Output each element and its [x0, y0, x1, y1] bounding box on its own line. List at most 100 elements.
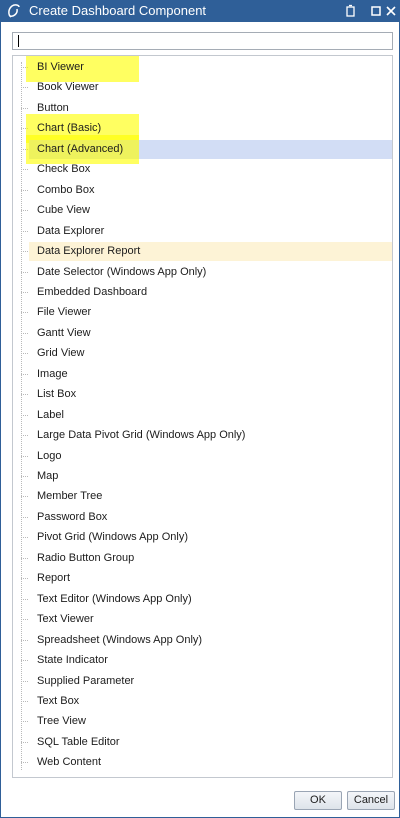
list-item-label: Spreadsheet (Windows App Only): [37, 633, 203, 646]
list-item-label: Book Viewer: [37, 81, 99, 94]
list-item-label: Report: [37, 572, 71, 585]
list-item[interactable]: Cube View: [21, 201, 392, 220]
list-item-label: Member Tree: [37, 490, 103, 503]
tree-branch-line: [21, 680, 28, 682]
list-item-label: Radio Button Group: [37, 551, 135, 564]
list-item[interactable]: Supplied Parameter: [21, 672, 392, 691]
tree-branch-line: [21, 332, 28, 334]
list-item[interactable]: Chart (Advanced): [21, 134, 392, 164]
list-item-label: Supplied Parameter: [37, 674, 135, 687]
tree-branch-line: [21, 516, 28, 518]
list-item-label: Map: [37, 470, 59, 482]
tree-branch-line: [21, 414, 28, 416]
tree-branch-line: [21, 271, 28, 273]
list-item[interactable]: Pivot Grid (Windows App Only): [21, 528, 392, 547]
tree-branch-line: [21, 762, 28, 764]
list-item[interactable]: Data Explorer: [21, 222, 392, 241]
cancel-button[interactable]: Cancel: [347, 791, 395, 810]
list-item-label: Text Viewer: [37, 613, 94, 626]
list-item-label: Check Box: [37, 163, 91, 176]
list-item[interactable]: Combo Box: [21, 181, 392, 200]
list-item-label: Embedded Dashboard: [37, 285, 148, 298]
list-item[interactable]: Tree View: [21, 712, 392, 731]
list-item[interactable]: Label: [21, 406, 392, 425]
tree-branch-line: [21, 598, 28, 600]
tree-branch-line: [21, 455, 28, 457]
tree-branch-line: [21, 496, 28, 498]
tree-branch-line: [21, 210, 28, 212]
tree-branch-line: [21, 291, 28, 293]
list-item[interactable]: State Indicator: [21, 651, 392, 670]
tree-branch-line: [21, 373, 28, 375]
list-item-label: Chart (Advanced): [37, 142, 124, 155]
list-item[interactable]: Radio Button Group: [21, 549, 392, 568]
tree-branch-line: [21, 537, 28, 539]
list-item[interactable]: Text Viewer: [21, 610, 392, 629]
list-item[interactable]: Text Box: [21, 692, 392, 711]
list-item-label: Chart (Basic): [37, 122, 102, 135]
tree-branch-line: [21, 353, 28, 355]
list-item[interactable]: BI Viewer: [21, 56, 392, 82]
list-item[interactable]: Map: [21, 467, 392, 486]
list-item[interactable]: Gantt View: [21, 324, 392, 343]
list-item[interactable]: Report: [21, 569, 392, 588]
list-item[interactable]: Web Content: [21, 753, 392, 772]
tree-branch-line: [21, 721, 28, 723]
list-item-label: SQL Table Editor: [37, 735, 120, 748]
text-caret: [18, 35, 19, 47]
tree-branch-line: [21, 619, 28, 621]
tree-branch-line: [21, 435, 28, 437]
list-item[interactable]: Password Box: [21, 508, 392, 527]
tree-branch-line: [21, 660, 28, 661]
tree-branch-line: [21, 639, 28, 641]
list-item[interactable]: Grid View: [21, 344, 392, 363]
tree-branch-line: [21, 476, 28, 477]
tree-branch-line: [21, 557, 28, 559]
list-item-label: Logo: [37, 449, 62, 462]
tree-branch-line: [21, 87, 28, 89]
list-item-label: Data Explorer: [37, 224, 105, 237]
tree-connector-line: [21, 62, 22, 770]
list-item-label: Password Box: [37, 510, 108, 523]
list-item-label: Gantt View: [37, 326, 91, 339]
list-item[interactable]: List Box: [21, 385, 392, 404]
tree-branch-line: [21, 578, 28, 580]
list-item-label: Tree View: [37, 715, 86, 728]
list-item-label: Data Explorer Report: [37, 245, 141, 257]
list-item[interactable]: Check Box: [21, 160, 392, 179]
ok-button[interactable]: OK: [294, 791, 342, 810]
list-item-label: Cube View: [37, 204, 90, 217]
list-item-label: Combo Box: [37, 183, 95, 196]
list-item-label: State Indicator: [37, 654, 108, 666]
tree-branch-line: [21, 230, 28, 232]
list-item[interactable]: Image: [21, 365, 392, 384]
list-item[interactable]: Date Selector (Windows App Only): [21, 263, 392, 282]
maximize-icon[interactable]: [369, 3, 383, 19]
list-item[interactable]: Spreadsheet (Windows App Only): [21, 631, 392, 650]
list-item[interactable]: Embedded Dashboard: [21, 283, 392, 302]
restore-icon[interactable]: [344, 3, 358, 19]
title-bar[interactable]: Create Dashboard Component: [1, 0, 399, 22]
list-item-label: Button: [37, 101, 69, 114]
list-item[interactable]: Member Tree: [21, 487, 392, 506]
tree-branch-line: [21, 394, 28, 396]
tree-branch-line: [21, 741, 28, 743]
tree-branch-line: [21, 251, 28, 252]
list-item[interactable]: Text Editor (Windows App Only): [21, 590, 392, 609]
list-item-label: BI Viewer: [37, 61, 84, 73]
list-item[interactable]: Book Viewer: [21, 78, 392, 97]
list-item[interactable]: Large Data Pivot Grid (Windows App Only): [21, 426, 392, 445]
list-item[interactable]: SQL Table Editor: [21, 733, 392, 752]
list-item[interactable]: File Viewer: [21, 303, 392, 322]
search-field[interactable]: [12, 32, 393, 50]
component-list[interactable]: BI Viewer Book Viewer Button Chart (Basic) C…: [12, 55, 393, 778]
tree-branch-line: [21, 700, 28, 702]
list-item-label: Date Selector (Windows App Only): [37, 265, 207, 278]
list-item-label: List Box: [37, 388, 77, 401]
search-input[interactable]: [13, 33, 392, 49]
close-icon[interactable]: [384, 3, 398, 19]
list-item[interactable]: Data Explorer Report: [21, 242, 392, 261]
tree-branch-line: [21, 312, 28, 314]
list-item-label: Grid View: [37, 347, 85, 360]
list-item[interactable]: Logo: [21, 447, 392, 466]
